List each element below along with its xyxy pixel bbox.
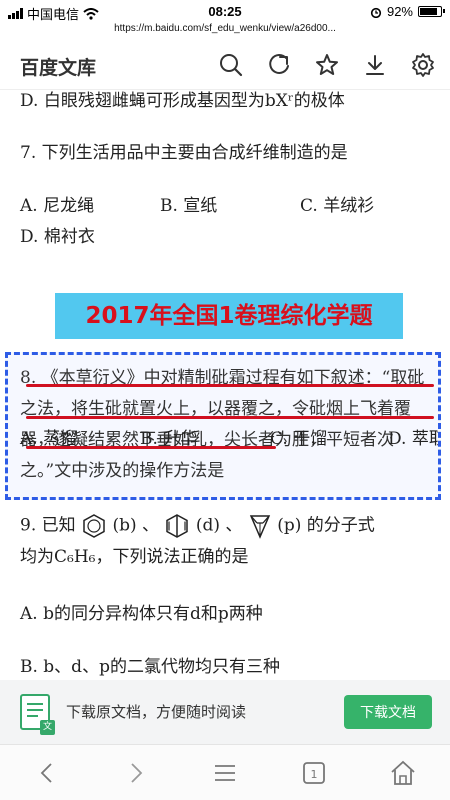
menu-icon[interactable] bbox=[210, 758, 240, 788]
q7-options-row1: A. 尼龙绳 B. 宣纸 C. 羊绒衫 bbox=[20, 195, 440, 217]
svg-text:1: 1 bbox=[311, 768, 318, 781]
download-document-button[interactable]: 下载文档 bbox=[344, 695, 432, 729]
url-bar[interactable]: https://m.baidu.com/sf_edu_wenku/view/a2… bbox=[0, 23, 450, 34]
prismane-structure-icon bbox=[249, 515, 270, 539]
red-underline bbox=[26, 384, 434, 387]
battery-fill bbox=[420, 8, 438, 15]
home-icon[interactable] bbox=[388, 758, 418, 788]
q7-option-d: D. 棉衬衣 bbox=[20, 227, 95, 247]
battery-icon bbox=[418, 6, 445, 17]
question-9: 9. 已知 (b) 、 (d) 、 (p) 的分子式 bbox=[20, 513, 440, 539]
document-icon: 文 bbox=[20, 694, 55, 735]
q8-option-d-prefix: D. 萃取 bbox=[388, 429, 438, 449]
brand-title[interactable]: 百度文库 bbox=[20, 53, 96, 80]
download-prompt: 下载原文档，方便随时阅读 bbox=[66, 703, 247, 721]
q9-option-b: B. b、d、p的二氯代物均只有三种 bbox=[20, 657, 280, 677]
q7-option-b: B. 宣纸 bbox=[160, 196, 218, 216]
star-icon[interactable] bbox=[314, 52, 340, 78]
document-body[interactable]: D. 白眼残翅雌蝇可形成基因型为bXʳ的极体 7. 下列生活用品中主要由合成纤维… bbox=[0, 90, 450, 680]
q9-label-p: (p) 的分子式 bbox=[277, 515, 375, 536]
benzene-structure-icon bbox=[83, 514, 105, 538]
battery-percent: 92% bbox=[386, 4, 413, 19]
q8-option-c: C. 干馏 bbox=[270, 429, 328, 449]
doc-type-badge: 文 bbox=[40, 720, 55, 735]
dewar-benzene-structure-icon bbox=[166, 514, 189, 538]
q9-option-a: A. b的同分异构体只有d和p两种 bbox=[20, 604, 263, 624]
q9-prefix: 9. 已知 bbox=[20, 515, 76, 536]
header-toolbar bbox=[218, 52, 436, 78]
forward-icon[interactable] bbox=[121, 758, 151, 788]
question-9-line2: 均为C₆H₆，下列说法正确的是 bbox=[20, 547, 249, 567]
alarm-icon bbox=[370, 7, 382, 18]
back-icon[interactable] bbox=[32, 758, 62, 788]
q8-option-b: B. 升华 bbox=[140, 429, 198, 449]
q8-options: A. 蒸馏 B. 升华 C. 干馏 D. 萃取 bbox=[20, 425, 440, 453]
status-right: 92% bbox=[370, 4, 445, 19]
download-bar: 文 下载原文档，方便随时阅读 下载文档 bbox=[0, 680, 450, 744]
question-7: 7. 下列生活用品中主要由合成纤维制造的是 bbox=[20, 143, 348, 163]
search-icon[interactable] bbox=[218, 52, 244, 78]
option-line: D. 白眼残翅雌蝇可形成基因型为bXʳ的极体 bbox=[20, 91, 345, 111]
title-banner: 2017年全国1卷理综化学题 bbox=[55, 293, 403, 339]
q8-option-a: A. 蒸馏 bbox=[20, 429, 78, 449]
q7-option-a: A. 尼龙绳 bbox=[20, 196, 95, 216]
q9-label-b: (b) 、 bbox=[112, 515, 159, 536]
tabs-icon[interactable]: 1 bbox=[299, 758, 329, 788]
app-header: 百度文库 bbox=[0, 40, 450, 90]
status-bar: 中国电信 08:25 92% bbox=[0, 0, 450, 22]
red-underline bbox=[26, 416, 434, 419]
q7-option-c: C. 羊绒衫 bbox=[300, 196, 375, 216]
browser-nav-bar: 1 bbox=[0, 744, 450, 800]
download-icon[interactable] bbox=[362, 52, 388, 78]
settings-icon[interactable] bbox=[410, 52, 436, 78]
refresh-icon[interactable] bbox=[266, 52, 292, 78]
q9-label-d: (d) 、 bbox=[195, 515, 243, 536]
